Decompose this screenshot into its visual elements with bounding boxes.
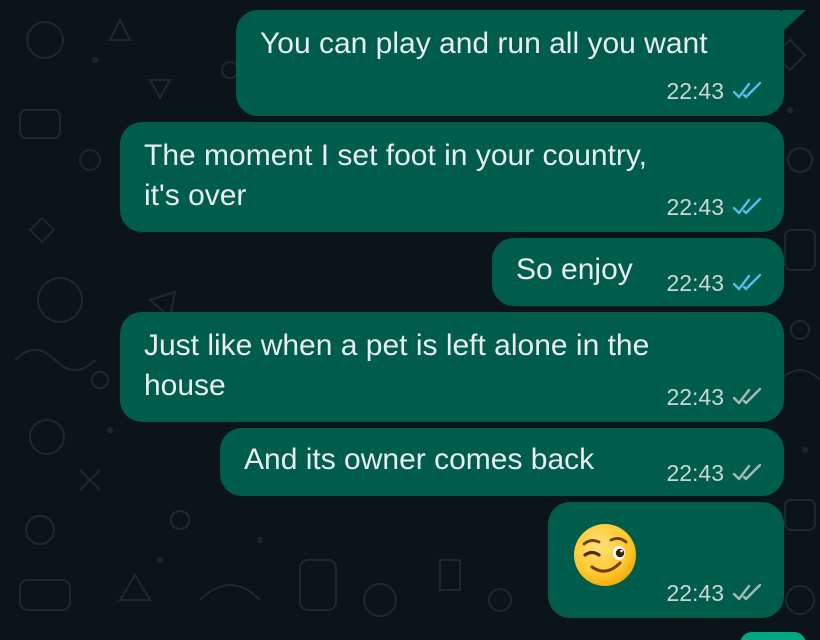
message-text-line-1: Just like when a pet is left alone in th…	[144, 329, 650, 362]
outgoing-message[interactable]: And its owner comes back 22:43	[220, 428, 784, 496]
message-meta: 22:43	[666, 580, 764, 606]
message-text-line-2: house	[144, 369, 226, 402]
message-text: And its owner comes back	[244, 443, 595, 476]
message-time: 22:43	[666, 194, 724, 220]
outgoing-message[interactable]: So enjoy 22:43	[492, 238, 784, 306]
message-meta: 22:43	[666, 194, 764, 220]
bubble-tail	[782, 10, 806, 32]
read-double-check-icon	[732, 273, 762, 291]
message-text-line-1: The moment I set foot in your country,	[144, 139, 647, 172]
outgoing-emoji-message[interactable]: 22:43	[548, 502, 784, 618]
message-time: 22:43	[666, 78, 724, 104]
message-meta: 22:43	[666, 78, 764, 104]
message-list[interactable]: You can play and run all you want 22:43 …	[0, 0, 820, 640]
delivered-double-check-icon	[732, 583, 762, 601]
message-time: 22:43	[666, 580, 724, 606]
read-double-check-icon	[732, 197, 762, 215]
message-text-line-2: it's over	[144, 179, 247, 212]
outgoing-message[interactable]: You can play and run all you want 22:43	[236, 10, 784, 116]
message-time: 22:43	[666, 384, 724, 410]
delivered-double-check-icon	[732, 387, 762, 405]
outgoing-message[interactable]: Just like when a pet is left alone in th…	[120, 312, 784, 422]
message-meta: 22:43	[666, 384, 764, 410]
message-meta: 22:43	[666, 270, 764, 296]
scroll-to-bottom-button[interactable]	[740, 632, 806, 640]
message-time: 22:43	[666, 460, 724, 486]
message-text: So enjoy	[516, 253, 633, 286]
outgoing-message[interactable]: The moment I set foot in your country, i…	[120, 122, 784, 232]
winking-face-emoji-icon	[574, 524, 636, 586]
message-meta: 22:43	[666, 460, 764, 486]
read-double-check-icon	[732, 81, 762, 99]
delivered-double-check-icon	[732, 463, 762, 481]
message-text: You can play and run all you want	[260, 27, 708, 60]
message-time: 22:43	[666, 270, 724, 296]
